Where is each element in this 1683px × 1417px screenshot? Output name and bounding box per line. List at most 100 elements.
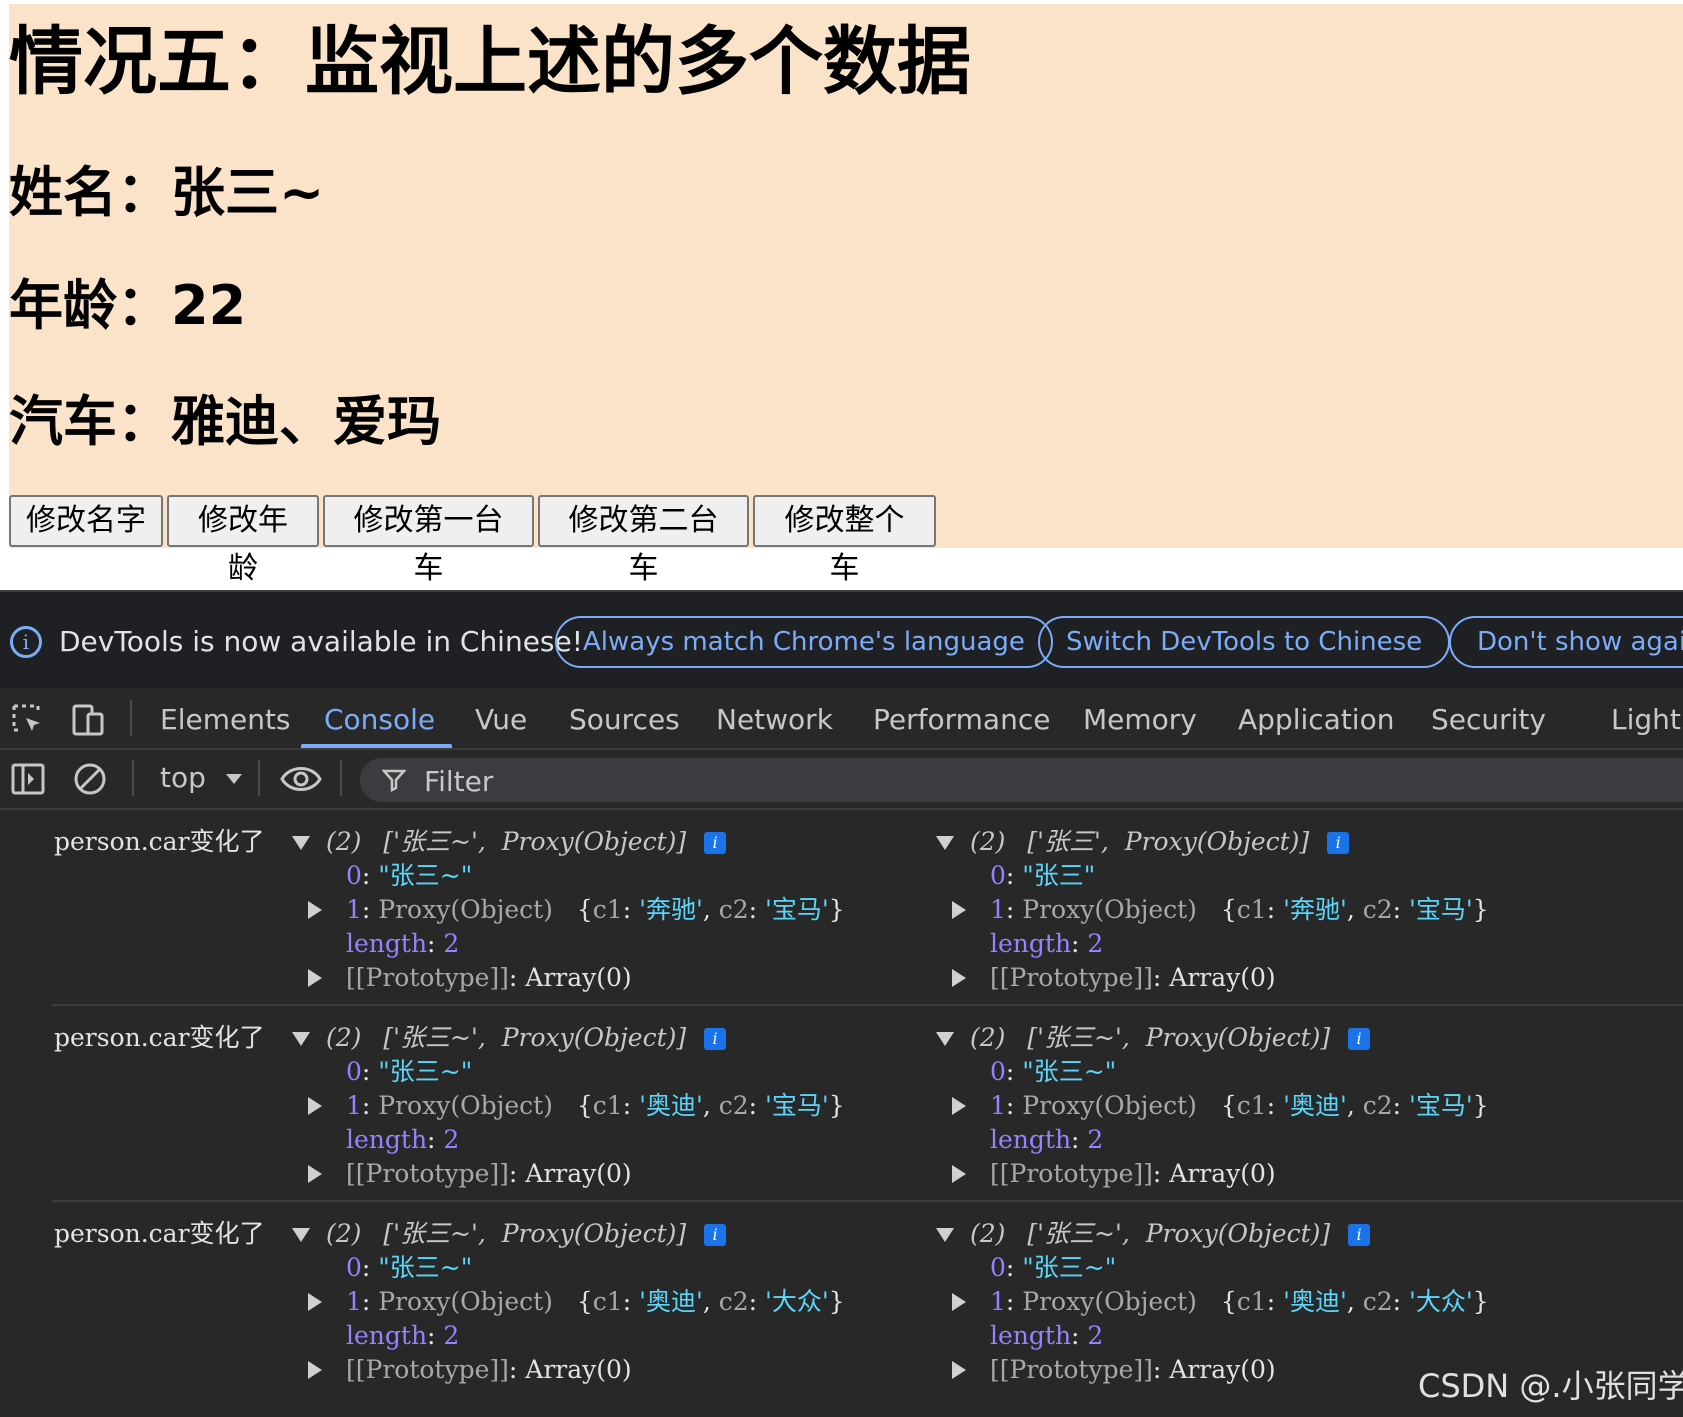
array-length: length: 2	[346, 1321, 460, 1350]
device-toolbar-icon[interactable]	[70, 702, 106, 738]
age-display: 年龄：22	[9, 274, 247, 337]
expand-triangle-icon[interactable]	[952, 901, 966, 919]
tab-vue[interactable]: Vue	[475, 700, 527, 740]
expand-triangle-icon[interactable]	[952, 969, 966, 987]
collapse-triangle-icon[interactable]	[292, 1032, 310, 1046]
tab-memory[interactable]: Memory	[1083, 700, 1197, 740]
sidebar-toggle-icon[interactable]	[10, 761, 46, 797]
match-language-button[interactable]: Always match Chrome's language	[555, 616, 1053, 668]
expand-triangle-icon[interactable]	[952, 1361, 966, 1379]
array-length: length: 2	[990, 929, 1104, 958]
info-badge-icon[interactable]: i	[704, 832, 727, 854]
inspect-element-icon[interactable]	[10, 702, 46, 738]
active-tab-indicator	[301, 744, 452, 748]
toolbar-divider	[258, 760, 260, 796]
message-label: person.car变化了	[54, 1023, 265, 1052]
language-infobar: i DevTools is now available in Chinese! …	[0, 590, 1683, 690]
array-item-0: 0: "张三~"	[346, 861, 473, 890]
context-selector[interactable]: top	[160, 758, 243, 798]
toolbar-divider	[132, 760, 134, 796]
collapse-triangle-icon[interactable]	[292, 836, 310, 850]
array-length: length: 2	[346, 1125, 460, 1154]
info-badge-icon[interactable]: i	[1327, 832, 1350, 854]
clear-console-icon[interactable]	[72, 761, 108, 797]
collapse-triangle-icon[interactable]	[292, 1228, 310, 1242]
tab-security[interactable]: Security	[1431, 700, 1546, 740]
tab-console[interactable]: Console	[324, 700, 435, 740]
collapse-triangle-icon[interactable]	[936, 1228, 954, 1242]
change-age-button[interactable]: 修改年龄	[167, 495, 319, 586]
expand-triangle-icon[interactable]	[952, 1097, 966, 1115]
array-prototype[interactable]: [[Prototype]]: Array(0)	[308, 1352, 632, 1388]
array-summary[interactable]: (2) ['张三', Proxy(Object)] i	[934, 824, 1350, 860]
array-prototype[interactable]: [[Prototype]]: Array(0)	[308, 1156, 632, 1192]
array-prototype[interactable]: [[Prototype]]: Array(0)	[952, 960, 1276, 996]
array-item-1[interactable]: 1: Proxy(Object) {c1: '奔驰', c2: '宝马'}	[308, 892, 845, 928]
array-item-0: 0: "张三~"	[346, 1057, 473, 1086]
switch-to-chinese-button[interactable]: Switch DevTools to Chinese	[1038, 616, 1451, 668]
csdn-watermark: CSDN @.小张同学	[1418, 1367, 1683, 1405]
expand-triangle-icon[interactable]	[308, 1165, 322, 1183]
array-item-0: 0: "张三~"	[346, 1253, 473, 1282]
array-length: length: 2	[990, 1125, 1104, 1154]
array-item-1[interactable]: 1: Proxy(Object) {c1: '奥迪', c2: '宝马'}	[952, 1088, 1489, 1124]
context-value: top	[160, 761, 206, 794]
array-prototype[interactable]: [[Prototype]]: Array(0)	[952, 1156, 1276, 1192]
console-message: person.car变化了 (2) ['张三~', Proxy(Object)]…	[0, 810, 1683, 1006]
dont-show-again-button[interactable]: Don't show again	[1449, 616, 1683, 668]
array-item-0: 0: "张三~"	[990, 1253, 1117, 1282]
infobar-message: DevTools is now available in Chinese!	[59, 625, 583, 658]
info-badge-icon[interactable]: i	[1348, 1224, 1371, 1246]
tab-performance[interactable]: Performance	[873, 700, 1050, 740]
expand-triangle-icon[interactable]	[308, 969, 322, 987]
expand-triangle-icon[interactable]	[308, 901, 322, 919]
message-label: person.car变化了	[54, 827, 265, 856]
change-first-car-button[interactable]: 修改第一台车	[323, 495, 534, 586]
console-message: person.car变化了 (2) ['张三~', Proxy(Object)]…	[0, 1006, 1683, 1202]
array-summary[interactable]: (2) ['张三~', Proxy(Object)] i	[934, 1216, 1371, 1252]
array-summary[interactable]: (2) ['张三~', Proxy(Object)] i	[934, 1020, 1371, 1056]
tab-sources[interactable]: Sources	[569, 700, 680, 740]
car-display: 汽车：雅迪、爱玛	[9, 390, 441, 453]
collapse-triangle-icon[interactable]	[936, 1032, 954, 1046]
array-item-1[interactable]: 1: Proxy(Object) {c1: '奔驰', c2: '宝马'}	[952, 892, 1489, 928]
filter-box	[360, 758, 1683, 802]
tab-lighthouse[interactable]: Lighth	[1611, 700, 1683, 740]
expand-triangle-icon[interactable]	[308, 1361, 322, 1379]
message-label: person.car变化了	[54, 1219, 265, 1248]
filter-icon	[382, 769, 406, 792]
array-summary[interactable]: (2) ['张三~', Proxy(Object)] i	[290, 1020, 727, 1056]
tab-network[interactable]: Network	[716, 700, 833, 740]
page-title: 情况五：监视上述的多个数据	[9, 19, 971, 105]
chevron-down-icon	[225, 774, 242, 784]
expand-triangle-icon[interactable]	[952, 1293, 966, 1311]
array-summary[interactable]: (2) ['张三~', Proxy(Object)] i	[290, 1216, 727, 1252]
change-all-cars-button[interactable]: 修改整个车	[753, 495, 936, 586]
info-badge-icon[interactable]: i	[704, 1028, 727, 1050]
tab-application[interactable]: Application	[1238, 700, 1394, 740]
devtools-panel: i DevTools is now available in Chinese! …	[0, 590, 1683, 1417]
array-summary[interactable]: (2) ['张三~', Proxy(Object)] i	[290, 824, 727, 860]
expand-triangle-icon[interactable]	[308, 1293, 322, 1311]
array-prototype[interactable]: [[Prototype]]: Array(0)	[952, 1352, 1276, 1388]
tabbar-divider	[130, 700, 132, 736]
devtools-tabbar: Elements Console Vue Sources Network Per…	[0, 688, 1683, 750]
toolbar-divider	[340, 760, 342, 796]
change-name-button[interactable]: 修改名字	[9, 495, 163, 547]
button-row: 修改名字 修改年龄 修改第一台车 修改第二台车 修改整个车	[9, 495, 940, 586]
info-badge-icon[interactable]: i	[704, 1224, 727, 1246]
array-prototype[interactable]: [[Prototype]]: Array(0)	[308, 960, 632, 996]
info-badge-icon[interactable]: i	[1348, 1028, 1371, 1050]
array-item-1[interactable]: 1: Proxy(Object) {c1: '奥迪', c2: '大众'}	[308, 1284, 845, 1320]
change-second-car-button[interactable]: 修改第二台车	[538, 495, 749, 586]
tab-elements[interactable]: Elements	[160, 700, 291, 740]
array-item-0: 0: "张三~"	[990, 1057, 1117, 1086]
array-length: length: 2	[346, 929, 460, 958]
collapse-triangle-icon[interactable]	[936, 836, 954, 850]
live-expression-eye-icon[interactable]	[280, 761, 322, 797]
expand-triangle-icon[interactable]	[952, 1165, 966, 1183]
expand-triangle-icon[interactable]	[308, 1097, 322, 1115]
array-item-1[interactable]: 1: Proxy(Object) {c1: '奥迪', c2: '宝马'}	[308, 1088, 845, 1124]
filter-input[interactable]	[422, 760, 1026, 802]
array-item-1[interactable]: 1: Proxy(Object) {c1: '奥迪', c2: '大众'}	[952, 1284, 1489, 1320]
